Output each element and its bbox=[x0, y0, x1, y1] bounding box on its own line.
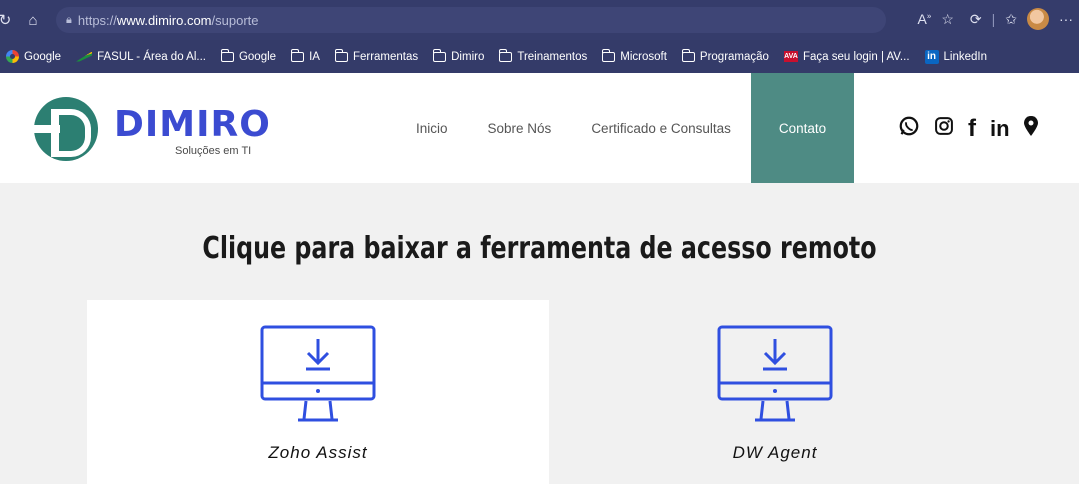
download-label-dwagent: DW Agent bbox=[732, 443, 818, 462]
bookmark-label: Ferramentas bbox=[352, 50, 419, 63]
bookmark-folder-google[interactable]: Google bbox=[220, 48, 277, 63]
linkedin-icon: in bbox=[924, 49, 939, 64]
url-host: www.dimiro.com bbox=[116, 12, 212, 28]
fasul-icon bbox=[76, 51, 93, 62]
instagram-icon[interactable] bbox=[934, 116, 954, 142]
bookmark-label: LinkedIn bbox=[943, 50, 987, 63]
bookmark-label: IA bbox=[309, 50, 320, 63]
bookmark-folder-dimiro[interactable]: Dimiro bbox=[432, 48, 485, 63]
profile-avatar[interactable] bbox=[1027, 8, 1049, 30]
more-menu-icon[interactable]: ··· bbox=[1059, 11, 1073, 27]
browser-toolbar: ↻ ⌂ 🔒︎ https://www.dimiro.com/suporte A»… bbox=[0, 0, 1079, 40]
logo-subtitle: Soluções em TI bbox=[175, 145, 252, 157]
folder-icon bbox=[290, 48, 305, 62]
bookmark-linkedin[interactable]: in LinkedIn bbox=[924, 49, 987, 64]
url-path: /suporte bbox=[211, 12, 259, 28]
favorites-icon[interactable]: ✩ bbox=[1005, 11, 1017, 28]
download-card-zoho[interactable]: Zoho Assist bbox=[87, 300, 549, 484]
nav-certificado-consultas[interactable]: Certificado e Consultas bbox=[571, 73, 751, 183]
bookmark-label: Google bbox=[24, 50, 62, 63]
folder-icon bbox=[601, 48, 616, 62]
page-title: Clique para baixar a ferramenta de acess… bbox=[202, 231, 877, 266]
bookmark-label: Faça seu login | AV... bbox=[802, 50, 910, 63]
favorite-star-icon[interactable]: ☆ bbox=[941, 11, 954, 28]
folder-icon bbox=[334, 48, 348, 62]
main-nav: Inicio Sobre Nós Certificado e Consultas… bbox=[396, 73, 855, 183]
bookmark-label: Dimiro bbox=[451, 50, 485, 63]
bookmark-label: Programação bbox=[699, 50, 769, 63]
folder-icon bbox=[681, 48, 695, 62]
bookmark-google[interactable]: Google bbox=[6, 50, 61, 63]
read-aloud-icon[interactable]: A» bbox=[918, 11, 932, 27]
bookmark-label: Google bbox=[238, 50, 277, 63]
bookmarks-bar: Google FASUL - Área do Al... Google IA F… bbox=[0, 40, 1079, 73]
main-content: Clique para baixar a ferramenta de acess… bbox=[0, 183, 1079, 484]
site-header: DIMIRO Soluções em TI Inicio Sobre Nós C… bbox=[0, 73, 1079, 183]
folder-icon bbox=[498, 48, 513, 62]
map-pin-icon[interactable] bbox=[1023, 116, 1038, 142]
download-monitor-icon bbox=[260, 325, 376, 422]
nav-sobre-nos[interactable]: Sobre Nós bbox=[468, 73, 572, 183]
bookmark-ava[interactable]: AVA Faça seu login | AV... bbox=[783, 50, 910, 63]
logo-text: DIMIRO bbox=[114, 104, 271, 145]
google-icon bbox=[6, 50, 19, 63]
address-bar[interactable]: 🔒︎ https://www.dimiro.com/suporte bbox=[56, 7, 886, 33]
bookmark-folder-ferramentas[interactable]: Ferramentas bbox=[334, 48, 419, 63]
nav-inicio[interactable]: Inicio bbox=[396, 73, 468, 183]
bookmark-label: FASUL - Área do Al... bbox=[97, 50, 206, 63]
divider: | bbox=[991, 11, 996, 27]
bookmark-folder-microsoft[interactable]: Microsoft bbox=[601, 48, 667, 63]
nav-contato[interactable]: Contato bbox=[750, 73, 855, 183]
bookmark-folder-ia[interactable]: IA bbox=[290, 48, 320, 63]
social-links: f in bbox=[898, 115, 1038, 143]
lock-icon: 🔒︎ bbox=[66, 13, 72, 26]
download-monitor-icon bbox=[717, 325, 833, 422]
bookmark-label: Microsoft bbox=[620, 50, 667, 63]
bookmark-fasul[interactable]: FASUL - Área do Al... bbox=[76, 51, 206, 63]
home-icon[interactable]: ⌂ bbox=[22, 9, 44, 31]
folder-icon bbox=[432, 48, 447, 62]
url-prefix: https:// bbox=[77, 12, 117, 28]
logo-mark-icon bbox=[34, 97, 98, 161]
bookmark-label: Treinamentos bbox=[517, 50, 588, 63]
ava-icon: AVA bbox=[783, 51, 798, 62]
bookmark-folder-treinamentos[interactable]: Treinamentos bbox=[498, 48, 588, 63]
refresh-icon[interactable]: ↻ bbox=[0, 9, 16, 31]
facebook-icon[interactable]: f bbox=[968, 115, 976, 143]
extensions-icon[interactable]: ⟳ bbox=[970, 11, 982, 28]
bookmark-folder-programacao[interactable]: Programação bbox=[681, 48, 769, 63]
folder-icon bbox=[220, 48, 234, 62]
whatsapp-icon[interactable] bbox=[898, 115, 920, 143]
download-card-dwagent[interactable]: DW Agent bbox=[549, 300, 1001, 484]
download-label-zoho: Zoho Assist bbox=[268, 443, 368, 462]
linkedin-icon[interactable]: in bbox=[990, 116, 1010, 142]
